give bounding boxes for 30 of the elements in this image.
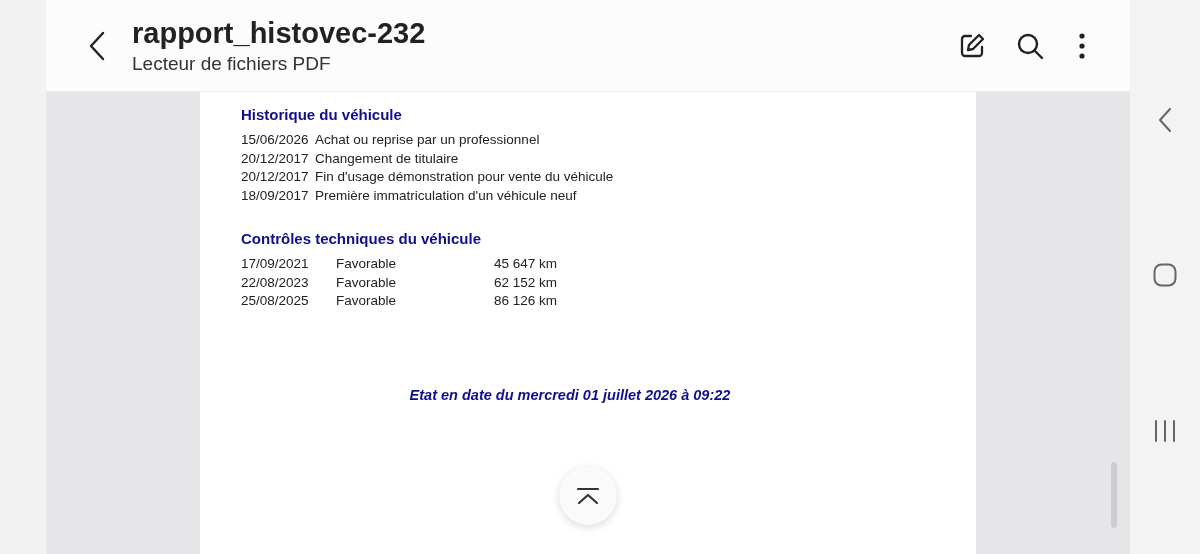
scrollbar-thumb[interactable] <box>1111 462 1117 528</box>
history-event: Fin d'usage démonstration pour vente du véhicule <box>315 168 614 186</box>
history-event: Changement de titulaire <box>315 149 459 168</box>
back-icon <box>1158 107 1172 133</box>
inspection-result: Favorable <box>336 255 398 273</box>
section-heading: Contrôles techniques du véhicule <box>241 229 483 249</box>
history-date: 15/06/2026 <box>241 131 310 149</box>
app-subtitle: Lecteur de fichiers PDF <box>132 51 332 76</box>
report-date: Etat en date du mercredi 01 juillet 2026 à 09:22 <box>409 385 731 405</box>
home-icon <box>1153 263 1177 287</box>
edit-icon <box>958 31 986 60</box>
inspection-result: Favorable <box>336 273 398 292</box>
inspection-date: 25/08/2025 <box>241 292 310 310</box>
document-title: rapport_histovec-232 <box>132 15 426 51</box>
history-event: Première immatriculation d'un véhicule neuf <box>315 186 577 205</box>
inspection-date: 22/08/2023 <box>241 273 310 292</box>
recents-icon <box>1154 420 1176 442</box>
scroll-top-icon <box>576 487 600 505</box>
history-date: 20/12/2017 <box>241 168 310 186</box>
inspection-mileage: 45 647 km <box>494 255 558 273</box>
section-heading: Historique du véhicule <box>241 105 403 125</box>
inspection-mileage: 62 152 km <box>494 273 558 292</box>
inspection-mileage: 86 126 km <box>494 292 558 310</box>
inspection-result: Favorable <box>336 292 398 310</box>
history-date: 18/09/2017 <box>241 186 310 205</box>
search-icon <box>1016 31 1044 60</box>
more-icon <box>1079 32 1085 59</box>
history-date: 20/12/2017 <box>241 149 310 168</box>
inspection-date: 17/09/2021 <box>241 255 310 273</box>
history-event: Achat ou reprise par un professionnel <box>315 131 540 149</box>
